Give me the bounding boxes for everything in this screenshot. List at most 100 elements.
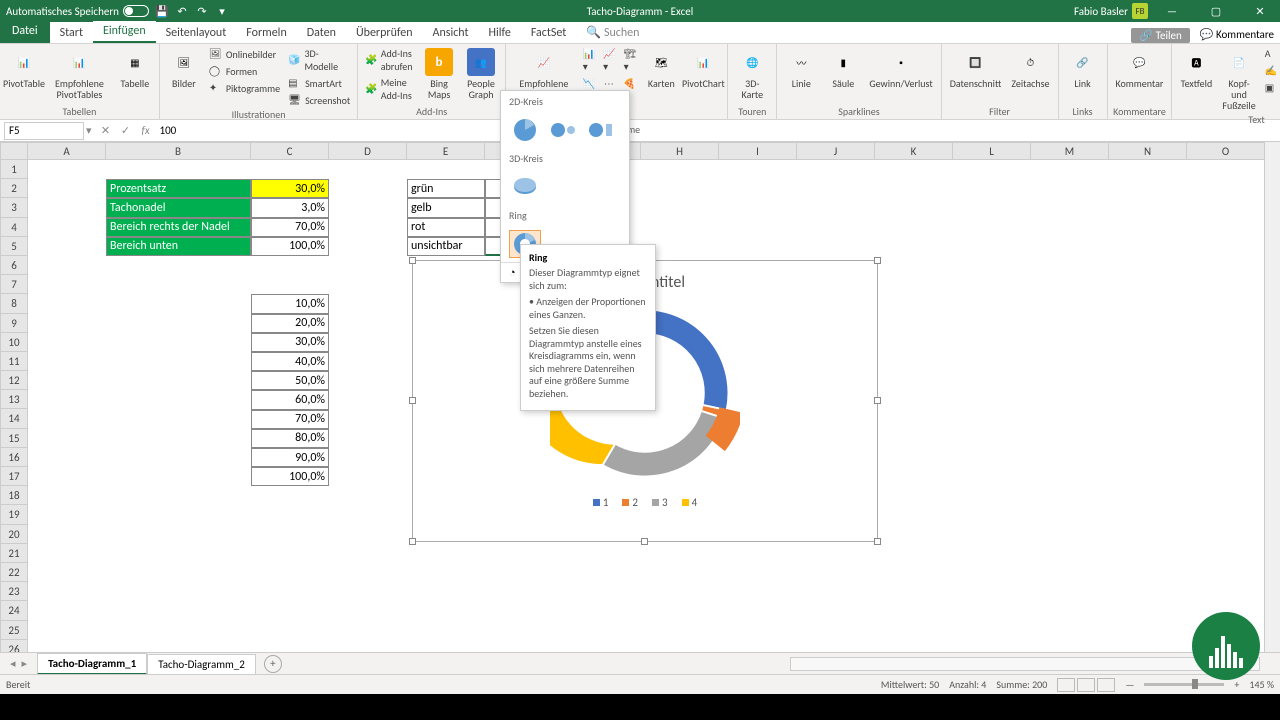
sheet-nav-prev-icon[interactable]: ◂ <box>10 657 16 670</box>
cell[interactable]: 70,0% <box>251 410 329 429</box>
textbox-button[interactable]: 🅰Textfeld <box>1176 46 1216 91</box>
row-header[interactable]: 18 <box>0 486 28 505</box>
row-header[interactable]: 8 <box>0 294 28 313</box>
pie-3d-option[interactable] <box>509 173 541 201</box>
recommended-pivot-button[interactable]: 📊Empfohlene PivotTables <box>46 46 113 102</box>
formula-input[interactable]: 100 <box>154 124 1280 137</box>
cell[interactable]: 70,0% <box>251 218 329 237</box>
column-header[interactable]: J <box>797 142 875 160</box>
cell[interactable]: 100,0% <box>251 467 329 486</box>
cell[interactable]: 20,0% <box>251 314 329 333</box>
pictures-button[interactable]: 🖼Bilder <box>164 46 204 91</box>
cell[interactable]: 40,0% <box>251 352 329 371</box>
column-header[interactable]: D <box>329 142 407 160</box>
resize-handle[interactable] <box>409 397 416 404</box>
row-header[interactable]: 11 <box>0 352 28 371</box>
comment-button[interactable]: 💬Kommentar <box>1112 46 1168 91</box>
cell[interactable]: 30,0% <box>251 179 329 198</box>
row-header[interactable]: 26 <box>0 640 28 652</box>
minimize-button[interactable]: — <box>1152 0 1192 22</box>
share-button[interactable]: 🔗 Teilen <box>1131 28 1189 43</box>
resize-handle[interactable] <box>641 538 648 545</box>
column-header[interactable]: I <box>719 142 797 160</box>
column-header[interactable]: H <box>641 142 719 160</box>
waterfall-chart-icon[interactable]: 🏗▾ <box>621 46 640 74</box>
zoom-slider[interactable] <box>1144 683 1224 686</box>
row-header[interactable]: 6 <box>0 256 28 275</box>
cell[interactable]: grün <box>407 179 485 198</box>
row-header[interactable]: 21 <box>0 544 28 563</box>
row-header[interactable]: 5 <box>0 237 28 256</box>
3d-models-button[interactable]: 🧊3D-Modelle <box>285 46 353 74</box>
column-header[interactable]: K <box>875 142 953 160</box>
icons-button[interactable]: ✦Piktogramme <box>206 80 283 96</box>
cell[interactable]: 60,0% <box>251 390 329 409</box>
cell[interactable]: Bereich rechts der Nadel <box>106 218 251 237</box>
tab-start[interactable]: Start <box>50 23 93 43</box>
cell[interactable]: 100,0% <box>251 237 329 256</box>
row-header[interactable]: 23 <box>0 582 28 601</box>
row-header[interactable]: 13 <box>0 390 28 409</box>
cell[interactable]: 3,0% <box>251 198 329 217</box>
row-header[interactable]: 7 <box>0 275 28 294</box>
my-addins-button[interactable]: 🧩Meine Add-Ins <box>362 75 417 103</box>
column-header[interactable]: L <box>953 142 1031 160</box>
people-graph-button[interactable]: 👥People Graph <box>461 46 501 102</box>
view-pagebreak-icon[interactable] <box>1097 678 1115 692</box>
column-chart-icon[interactable]: 📊▾ <box>580 46 598 74</box>
sheet-nav-next-icon[interactable]: ▸ <box>22 657 28 670</box>
link-button[interactable]: 🔗Link <box>1063 46 1103 91</box>
cell[interactable]: 30,0% <box>251 333 329 352</box>
cell[interactable]: Tachonadel <box>106 198 251 217</box>
pie-2d-option[interactable] <box>509 116 541 144</box>
tab-hilfe[interactable]: Hilfe <box>479 23 521 43</box>
timeline-button[interactable]: ⏱Zeitachse <box>1007 46 1053 91</box>
tab-seitenlayout[interactable]: Seitenlayout <box>156 23 237 43</box>
tab-factset[interactable]: FactSet <box>521 23 576 43</box>
select-all-corner[interactable] <box>0 142 28 160</box>
screenshot-button[interactable]: 🖥Screenshot <box>285 92 353 108</box>
row-header[interactable]: 20 <box>0 525 28 544</box>
undo-icon[interactable]: ↶ <box>175 4 189 18</box>
bar-of-pie-option[interactable] <box>585 116 617 144</box>
resize-handle[interactable] <box>874 257 881 264</box>
column-header[interactable]: C <box>251 142 329 160</box>
cell[interactable]: Bereich unten <box>106 237 251 256</box>
header-footer-button[interactable]: 📄Kopf- und Fußzeile <box>1218 46 1259 113</box>
row-header[interactable]: 14 <box>0 409 28 428</box>
comments-button[interactable]: 💬 Kommentare <box>1200 28 1274 43</box>
cell[interactable]: 10,0% <box>251 294 329 313</box>
toggle-switch-icon[interactable] <box>123 5 149 17</box>
row-header[interactable]: 9 <box>0 314 28 333</box>
get-addins-button[interactable]: 🧩Add-Ins abrufen <box>362 46 417 74</box>
row-header[interactable]: 25 <box>0 621 28 640</box>
column-header[interactable]: A <box>28 142 106 160</box>
tab-ansicht[interactable]: Ansicht <box>423 23 479 43</box>
smartart-button[interactable]: ▤SmartArt <box>285 75 353 91</box>
signature-button[interactable]: ✍Signaturzeile <box>1262 63 1280 79</box>
cell[interactable]: 90,0% <box>251 448 329 467</box>
redo-icon[interactable]: ↷ <box>195 4 209 18</box>
object-button[interactable]: ▣Objekt <box>1262 80 1280 96</box>
row-header[interactable]: 16 <box>0 448 28 467</box>
horizontal-scrollbar[interactable] <box>790 657 1260 671</box>
sparkline-winloss-button[interactable]: ▪Gewinn/Verlust <box>865 46 936 91</box>
zoom-level[interactable]: 145 % <box>1249 678 1274 691</box>
row-header[interactable]: 4 <box>0 218 28 237</box>
wordart-button[interactable]: AWordArt <box>1262 46 1280 62</box>
pivotchart-button[interactable]: 📊PivotChart <box>683 46 723 91</box>
pie-of-pie-option[interactable] <box>547 116 579 144</box>
maximize-button[interactable]: ▢ <box>1196 0 1236 22</box>
resize-handle[interactable] <box>874 397 881 404</box>
column-header[interactable]: E <box>407 142 485 160</box>
cell[interactable]: Prozentsatz <box>106 179 251 198</box>
cell[interactable]: gelb <box>407 198 485 217</box>
name-box[interactable]: F5 <box>4 122 84 140</box>
row-header[interactable]: 17 <box>0 467 28 486</box>
resize-handle[interactable] <box>409 538 416 545</box>
zoom-out-icon[interactable]: — <box>1125 678 1134 691</box>
qat-customize-icon[interactable]: ▾ <box>215 4 229 18</box>
3d-map-button[interactable]: 🌐3D-Karte <box>732 46 772 102</box>
tab-formeln[interactable]: Formeln <box>236 23 296 43</box>
tab-einfuegen[interactable]: Einfügen <box>93 21 156 43</box>
